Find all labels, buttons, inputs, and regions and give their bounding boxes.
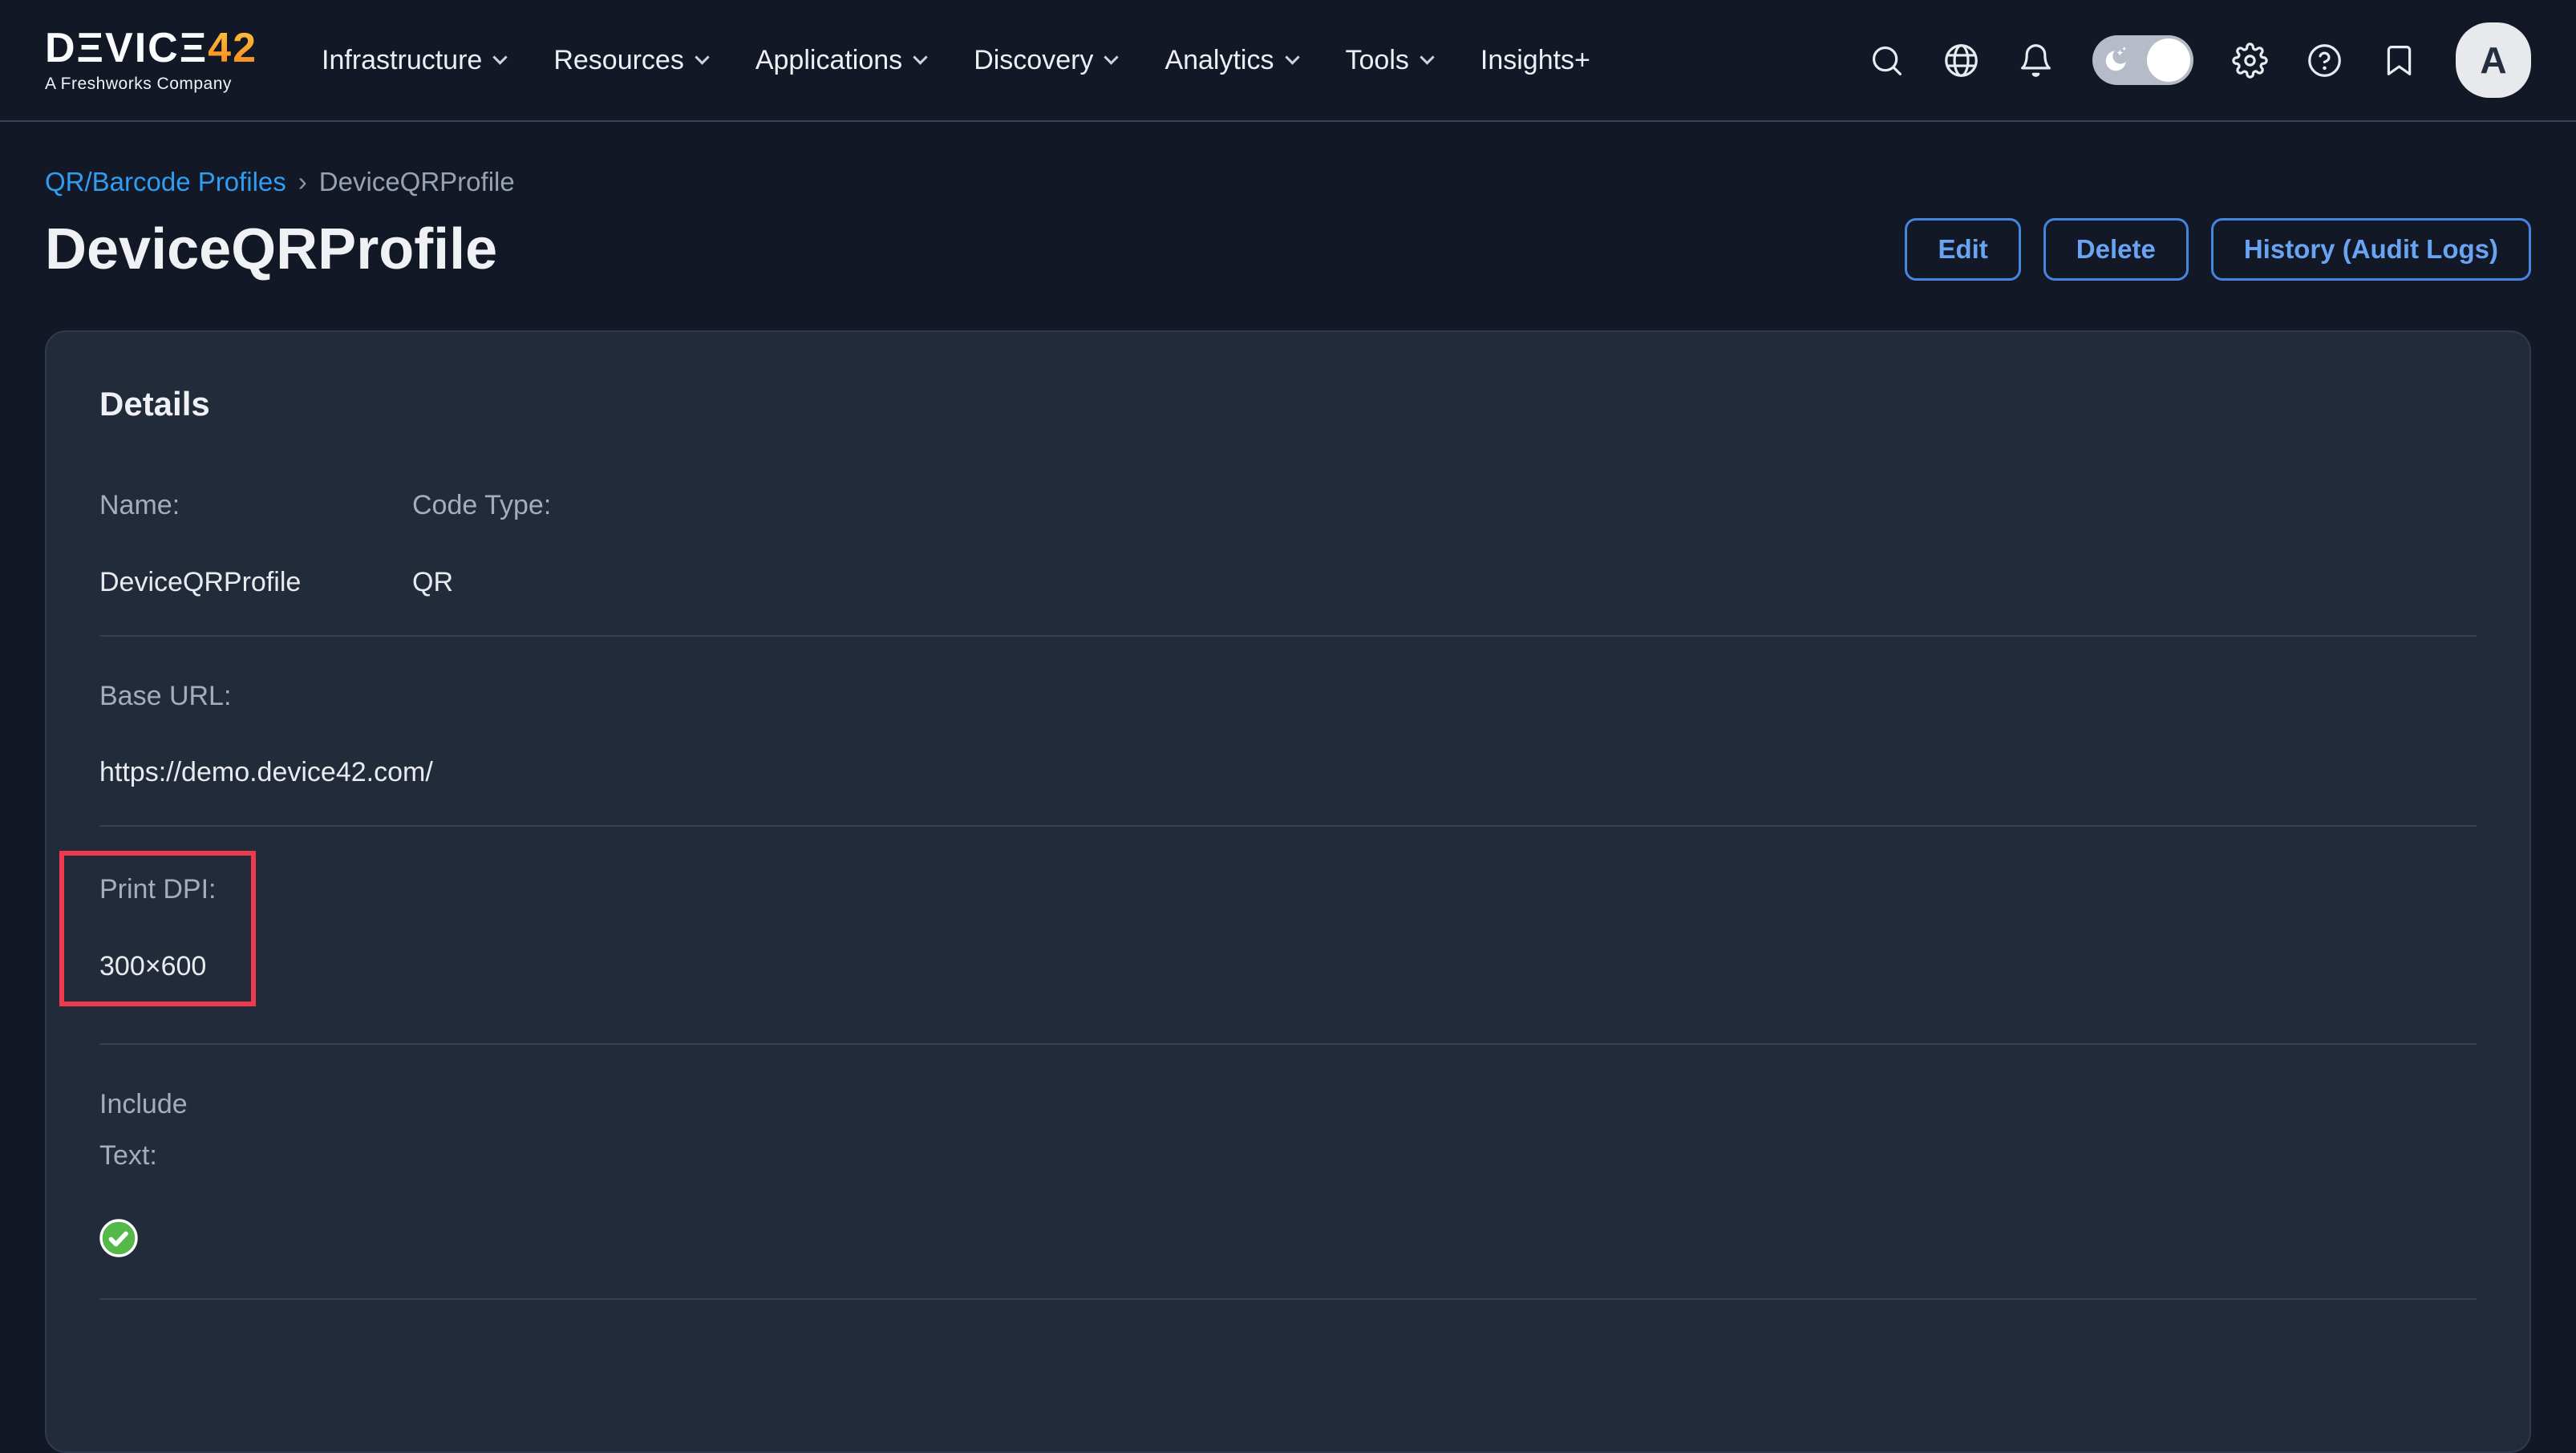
main-nav: Infrastructure Resources Applications Di… bbox=[322, 45, 1590, 76]
page-content: QR/Barcode Profiles › DeviceQRProfile De… bbox=[0, 167, 2576, 1453]
breadcrumb-parent-link[interactable]: QR/Barcode Profiles bbox=[45, 167, 286, 197]
details-heading: Details bbox=[99, 385, 2477, 423]
nav-item-resources[interactable]: Resources bbox=[553, 45, 707, 76]
chevron-down-icon bbox=[1420, 50, 1434, 64]
device42-logo[interactable]: DΞVICΞ42 A Freshworks Company bbox=[45, 27, 257, 94]
logo-text: DΞVICΞ42 bbox=[45, 27, 257, 69]
nav-item-insights[interactable]: Insights+ bbox=[1480, 45, 1590, 76]
print-dpi-label: Print DPI: bbox=[99, 864, 216, 916]
theme-toggle[interactable] bbox=[2092, 35, 2193, 85]
breadcrumb: QR/Barcode Profiles › DeviceQRProfile bbox=[45, 167, 2531, 197]
search-icon[interactable] bbox=[1869, 42, 1905, 79]
chevron-down-icon bbox=[913, 50, 927, 64]
name-codetype-row: Name: DeviceQRProfile Code Type: QR bbox=[99, 480, 2477, 598]
bell-icon[interactable] bbox=[2018, 42, 2054, 79]
title-row: DeviceQRProfile Edit Delete History (Aud… bbox=[45, 217, 2531, 282]
breadcrumb-separator: › bbox=[298, 167, 307, 197]
code-type-field: Code Type: QR bbox=[412, 480, 725, 598]
bookmark-icon[interactable] bbox=[2381, 42, 2417, 79]
name-value: DeviceQRProfile bbox=[99, 567, 412, 598]
logo-tagline: A Freshworks Company bbox=[45, 75, 257, 94]
print-dpi-highlight-box: Print DPI: 300×600 bbox=[59, 851, 256, 1006]
delete-button[interactable]: Delete bbox=[2043, 218, 2189, 281]
check-circle-icon bbox=[99, 1219, 138, 1257]
name-label: Name: bbox=[99, 480, 412, 532]
chevron-down-icon bbox=[1285, 50, 1299, 64]
history-audit-logs-button[interactable]: History (Audit Logs) bbox=[2211, 218, 2531, 281]
base-url-label: Base URL: bbox=[99, 670, 2477, 722]
chevron-down-icon bbox=[1104, 50, 1119, 64]
moon-icon bbox=[2100, 44, 2132, 76]
include-text-field: Include Text: bbox=[99, 1079, 2477, 1261]
header-icon-strip: A bbox=[1869, 22, 2531, 98]
chevron-down-icon bbox=[493, 50, 508, 64]
nav-item-tools[interactable]: Tools bbox=[1346, 45, 1432, 76]
user-avatar[interactable]: A bbox=[2456, 22, 2531, 98]
gear-icon[interactable] bbox=[2232, 42, 2268, 79]
details-card: Details Name: DeviceQRProfile Code Type:… bbox=[45, 330, 2531, 1453]
action-buttons: Edit Delete History (Audit Logs) bbox=[1905, 218, 2531, 281]
avatar-initial: A bbox=[2480, 38, 2506, 82]
divider bbox=[99, 1298, 2477, 1300]
name-field: Name: DeviceQRProfile bbox=[99, 480, 412, 598]
chevron-down-icon bbox=[695, 50, 709, 64]
nav-item-applications[interactable]: Applications bbox=[755, 45, 925, 76]
code-type-label: Code Type: bbox=[412, 480, 725, 532]
nav-item-infrastructure[interactable]: Infrastructure bbox=[322, 45, 505, 76]
base-url-field: Base URL: https://demo.device42.com/ bbox=[99, 670, 2477, 789]
nav-item-analytics[interactable]: Analytics bbox=[1164, 45, 1297, 76]
logo-accent-42: 42 bbox=[208, 25, 257, 71]
toggle-knob bbox=[2147, 38, 2190, 82]
top-nav-bar: DΞVICΞ42 A Freshworks Company Infrastruc… bbox=[0, 0, 2576, 122]
include-text-value bbox=[99, 1219, 2477, 1261]
help-icon[interactable] bbox=[2307, 42, 2343, 79]
print-dpi-value: 300×600 bbox=[99, 951, 216, 982]
divider bbox=[99, 1043, 2477, 1045]
edit-button[interactable]: Edit bbox=[1905, 218, 2020, 281]
nav-item-discovery[interactable]: Discovery bbox=[974, 45, 1116, 76]
divider bbox=[99, 635, 2477, 637]
code-type-value: QR bbox=[412, 567, 725, 598]
base-url-value: https://demo.device42.com/ bbox=[99, 757, 2477, 788]
globe-icon[interactable] bbox=[1943, 42, 1979, 79]
divider bbox=[99, 825, 2477, 827]
print-dpi-field: Print DPI: 300×600 bbox=[99, 860, 2477, 1006]
breadcrumb-current: DeviceQRProfile bbox=[319, 167, 515, 197]
page-title: DeviceQRProfile bbox=[45, 217, 497, 282]
include-text-label: Include Text: bbox=[99, 1079, 228, 1182]
